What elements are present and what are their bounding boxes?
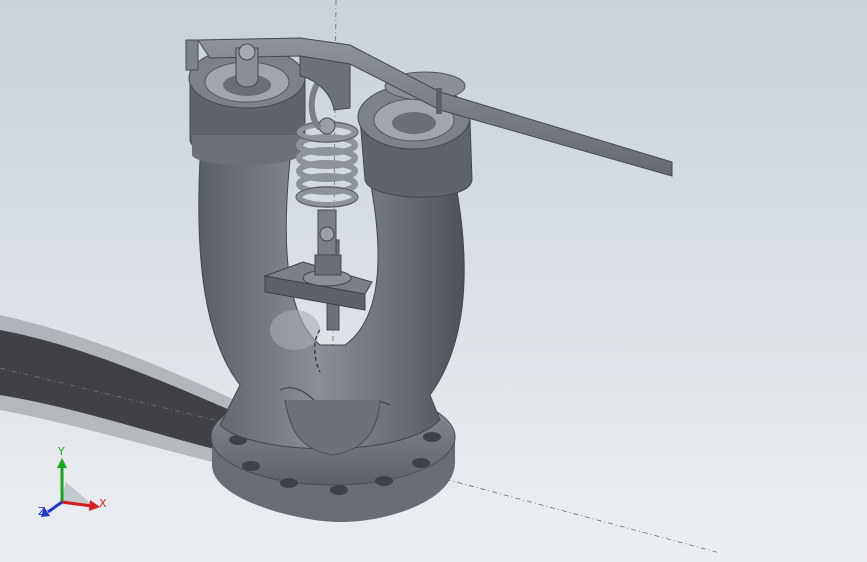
triad-y-arrow — [57, 458, 67, 468]
triad-y-label: Y — [58, 445, 65, 458]
3d-scene[interactable] — [0, 0, 867, 562]
floor-shadow — [0, 315, 245, 470]
reference-triad[interactable] — [41, 458, 100, 517]
coil-spring — [296, 121, 358, 208]
triad-z-label: Z — [38, 505, 46, 518]
triad-z-axis — [47, 500, 63, 514]
graphics-viewport[interactable]: Y X Z — [0, 0, 867, 562]
triad-x-label: X — [99, 497, 107, 510]
